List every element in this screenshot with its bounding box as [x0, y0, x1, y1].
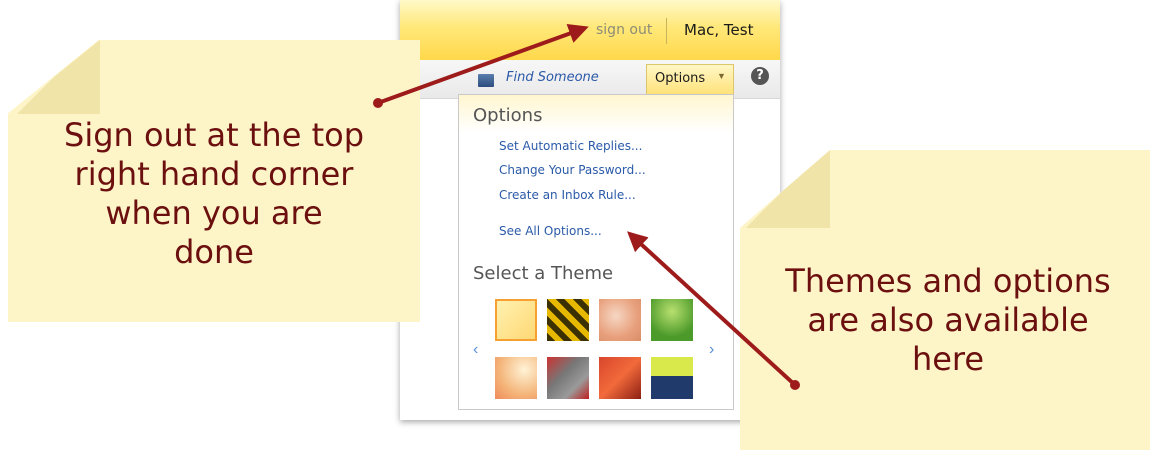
theme-swatch[interactable] [651, 299, 693, 341]
address-book-icon[interactable] [478, 74, 494, 87]
theme-prev-icon[interactable]: ‹ [473, 341, 478, 359]
callout-line: when you are [105, 194, 323, 233]
theme-swatch[interactable] [547, 357, 589, 399]
callout-line: right hand corner [74, 155, 354, 194]
options-button-label: Options [655, 71, 706, 86]
theme-swatch[interactable] [651, 357, 693, 399]
find-someone-input[interactable]: Find Someone [506, 70, 599, 85]
select-theme-title: Select a Theme [473, 263, 614, 284]
theme-swatch[interactable] [495, 357, 537, 399]
theme-swatch[interactable] [547, 299, 589, 341]
help-icon[interactable]: ? [751, 67, 769, 85]
options-dropdown: Options Set Automatic Replies... Change … [458, 94, 734, 410]
callout-line: here [911, 340, 985, 379]
options-menu-title: Options [473, 105, 543, 126]
theme-next-icon[interactable]: › [709, 341, 714, 359]
see-all-options-link[interactable]: See All Options... [499, 224, 602, 238]
chevron-down-icon: ▼ [717, 71, 726, 81]
theme-swatch[interactable] [495, 299, 537, 341]
change-password-link[interactable]: Change Your Password... [499, 163, 646, 177]
options-button[interactable]: Options ▼ [646, 64, 734, 94]
callout-text-themes: Themes and options are also available he… [746, 262, 1150, 379]
callout-text-signout: Sign out at the top right hand corner wh… [14, 116, 414, 272]
header-divider [666, 18, 667, 44]
theme-swatch[interactable] [599, 299, 641, 341]
theme-swatch[interactable] [599, 357, 641, 399]
sign-out-link[interactable]: sign out [596, 22, 652, 38]
create-inbox-rule-link[interactable]: Create an Inbox Rule... [499, 188, 636, 202]
user-name[interactable]: Mac, Test [684, 21, 753, 39]
callout-line: Themes and options [785, 262, 1111, 300]
owa-screenshot: sign out Mac, Test Find Someone Options … [400, 0, 780, 420]
callout-line: done [174, 233, 254, 272]
callout-line: are also available [807, 301, 1089, 340]
set-automatic-replies-link[interactable]: Set Automatic Replies... [499, 139, 642, 153]
callout-line: Sign out at the top [64, 116, 364, 154]
